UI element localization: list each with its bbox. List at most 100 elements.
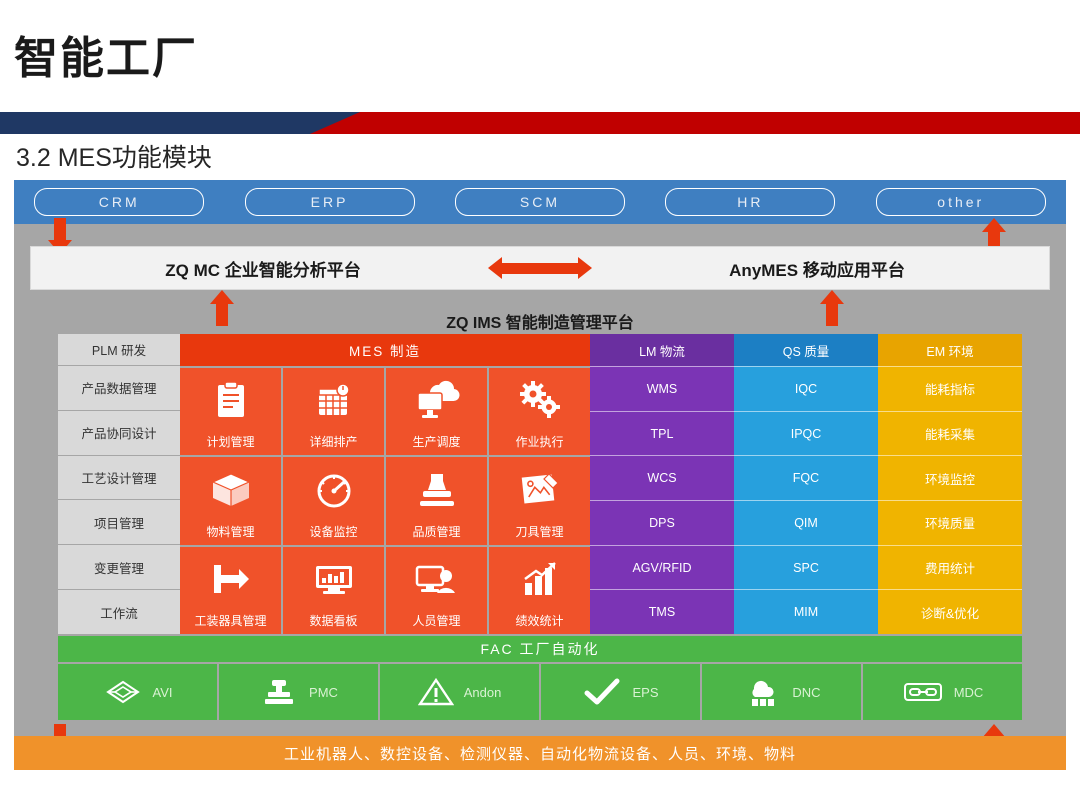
- mes-tile-dispatch[interactable]: 生产调度: [386, 368, 487, 456]
- monitor-cloud-icon: [386, 368, 487, 433]
- mes-tile-label: 设备监控: [309, 524, 358, 539]
- lm-item-0[interactable]: WMS: [590, 366, 734, 411]
- header-blue-wedge: [0, 112, 360, 134]
- lm-item-3[interactable]: DPS: [590, 500, 734, 545]
- platform-bidirectional-arrow-icon: [488, 256, 592, 279]
- qs-item-2[interactable]: FQC: [734, 455, 878, 501]
- mes-tile-equipment[interactable]: 设备监控: [283, 457, 384, 545]
- system-chip-hr[interactable]: HR: [665, 188, 836, 216]
- mes-tile-scheduling[interactable]: 详细排产: [283, 368, 384, 456]
- mes-tile-label: 物料管理: [206, 524, 255, 539]
- clipboard-icon: [180, 368, 281, 433]
- mes-tile-tooling[interactable]: 刀具管理: [489, 457, 590, 545]
- fac-tile-label: PMC: [309, 684, 338, 700]
- mes-tile-label: 数据看板: [309, 614, 358, 628]
- cloud-machines-icon: [742, 677, 782, 707]
- mes-tile-execution[interactable]: 作业执行: [489, 368, 590, 456]
- system-chip-erp[interactable]: ERP: [244, 188, 415, 216]
- plm-item-3[interactable]: 项目管理: [58, 500, 180, 546]
- lm-item-5[interactable]: TMS: [590, 589, 734, 635]
- qs-item-1[interactable]: IPQC: [734, 410, 878, 456]
- bar-chart-icon: [489, 547, 590, 612]
- mes-tile-material[interactable]: 物料管理: [180, 457, 281, 545]
- core-modules-grid: PLM 研发 产品数据管理 产品协同设计 工艺设计管理 项目管理 变更管理 工作…: [58, 334, 1022, 635]
- network-node-icon: [103, 677, 143, 707]
- tools-icon: [489, 457, 590, 522]
- plm-item-5[interactable]: 工作流: [58, 590, 180, 634]
- em-item-3[interactable]: 环境质量: [878, 500, 1022, 545]
- plm-item-1[interactable]: 产品协同设计: [58, 410, 180, 456]
- plm-header: PLM 研发: [58, 334, 180, 366]
- em-item-1[interactable]: 能耗采集: [878, 410, 1022, 456]
- fac-tile-mdc[interactable]: MDC: [863, 664, 1022, 720]
- fac-tile-eps[interactable]: EPS: [541, 664, 700, 720]
- top-systems-band: CRM ERP SCM HR other: [14, 180, 1066, 224]
- check-icon: [582, 677, 622, 707]
- calendar-icon: [283, 368, 384, 433]
- platform-left-label: ZQ MC 企业智能分析平台: [165, 260, 361, 280]
- fac-tile-label: MDC: [953, 684, 984, 700]
- lm-column: LM 物流 WMS TPL WCS DPS AGV/RFID TMS: [590, 334, 734, 635]
- system-chip-crm[interactable]: CRM: [34, 188, 205, 216]
- bottom-resources-bar: 工业机器人、数控设备、检测仪器、自动化物流设备、人员、环境、物料: [14, 736, 1066, 770]
- platform-band: ZQ MC 企业智能分析平台 AnyMES 移动应用平台: [30, 246, 1050, 290]
- plm-item-2[interactable]: 工艺设计管理: [58, 455, 180, 501]
- box-icon: [180, 457, 281, 522]
- qs-item-4[interactable]: SPC: [734, 544, 878, 590]
- dashboard-icon: [283, 547, 384, 612]
- mes-tile-label: 绩效统计: [515, 614, 564, 628]
- lm-item-4[interactable]: AGV/RFID: [590, 544, 734, 590]
- fac-tile-label: EPS: [632, 684, 659, 700]
- plm-item-0[interactable]: 产品数据管理: [58, 366, 180, 411]
- em-column: EM 环境 能耗指标 能耗采集 环境监控 环境质量 费用统计 诊断&优化: [878, 334, 1022, 635]
- mes-tile-label: 作业执行: [515, 435, 564, 450]
- mes-tile-quality[interactable]: 品质管理: [386, 457, 487, 545]
- em-item-2[interactable]: 环境监控: [878, 455, 1022, 501]
- mes-tile-dashboard[interactable]: 数据看板: [283, 546, 384, 634]
- qs-column: QS 质量 IQC IPQC FQC QIM SPC MIM: [734, 334, 878, 635]
- page-title: 智能工厂: [14, 34, 198, 83]
- qs-item-5[interactable]: MIM: [734, 589, 878, 635]
- plm-item-4[interactable]: 变更管理: [58, 545, 180, 591]
- lm-item-2[interactable]: WCS: [590, 455, 734, 501]
- mes-tile-label: 生产调度: [412, 435, 461, 450]
- mes-tile-label: 品质管理: [412, 524, 461, 539]
- fac-tile-label: Andon: [463, 684, 502, 700]
- em-item-4[interactable]: 费用统计: [878, 544, 1022, 590]
- ims-title: ZQ IMS 智能制造管理平台: [446, 315, 634, 332]
- fac-tiles: AVI PMC Andon EPS DNC MDC: [58, 664, 1022, 720]
- fac-tile-avi[interactable]: AVI: [58, 664, 217, 720]
- fac-header: FAC 工厂自动化: [58, 636, 1022, 662]
- page-header: 智能工厂: [0, 0, 1080, 112]
- mes-tile-label: 工装器具管理: [194, 614, 267, 628]
- warning-triangle-icon: [417, 677, 454, 707]
- qs-header: QS 质量: [734, 334, 878, 366]
- qs-item-0[interactable]: IQC: [734, 366, 878, 411]
- mes-header: MES 制造: [180, 334, 590, 366]
- mes-tile-label: 人员管理: [412, 614, 461, 628]
- system-chip-scm[interactable]: SCM: [454, 188, 625, 216]
- fixture-icon: [180, 547, 281, 612]
- qs-item-3[interactable]: QIM: [734, 500, 878, 545]
- mes-tile-label: 详细排产: [309, 435, 358, 450]
- gauge-icon: [283, 457, 384, 522]
- fac-tile-pmc[interactable]: PMC: [219, 664, 378, 720]
- lm-header: LM 物流: [590, 334, 734, 366]
- stamp-icon: [386, 457, 487, 522]
- mes-tile-fixture[interactable]: 工装器具管理: [180, 546, 281, 634]
- gears-icon: [489, 368, 590, 433]
- em-header: EM 环境: [878, 334, 1022, 366]
- mes-column: MES 制造 计划管理 详细排产 生产调度 作业执行 物料管理 设备监控 品质管…: [180, 334, 590, 634]
- mes-tile-performance[interactable]: 绩效统计: [489, 546, 590, 634]
- platform-right-label: AnyMES 移动应用平台: [729, 260, 905, 280]
- fac-tile-dnc[interactable]: DNC: [702, 664, 861, 720]
- mes-tile-personnel[interactable]: 人员管理: [386, 546, 487, 634]
- plm-column: PLM 研发 产品数据管理 产品协同设计 工艺设计管理 项目管理 变更管理 工作…: [58, 334, 180, 634]
- system-chip-other[interactable]: other: [875, 188, 1046, 216]
- em-item-5[interactable]: 诊断&优化: [878, 589, 1022, 635]
- lm-item-1[interactable]: TPL: [590, 410, 734, 456]
- fac-tile-andon[interactable]: Andon: [380, 664, 539, 720]
- em-item-0[interactable]: 能耗指标: [878, 366, 1022, 411]
- mes-tile-plan[interactable]: 计划管理: [180, 368, 281, 456]
- section-subtitle: 3.2 MES功能模块: [16, 144, 212, 172]
